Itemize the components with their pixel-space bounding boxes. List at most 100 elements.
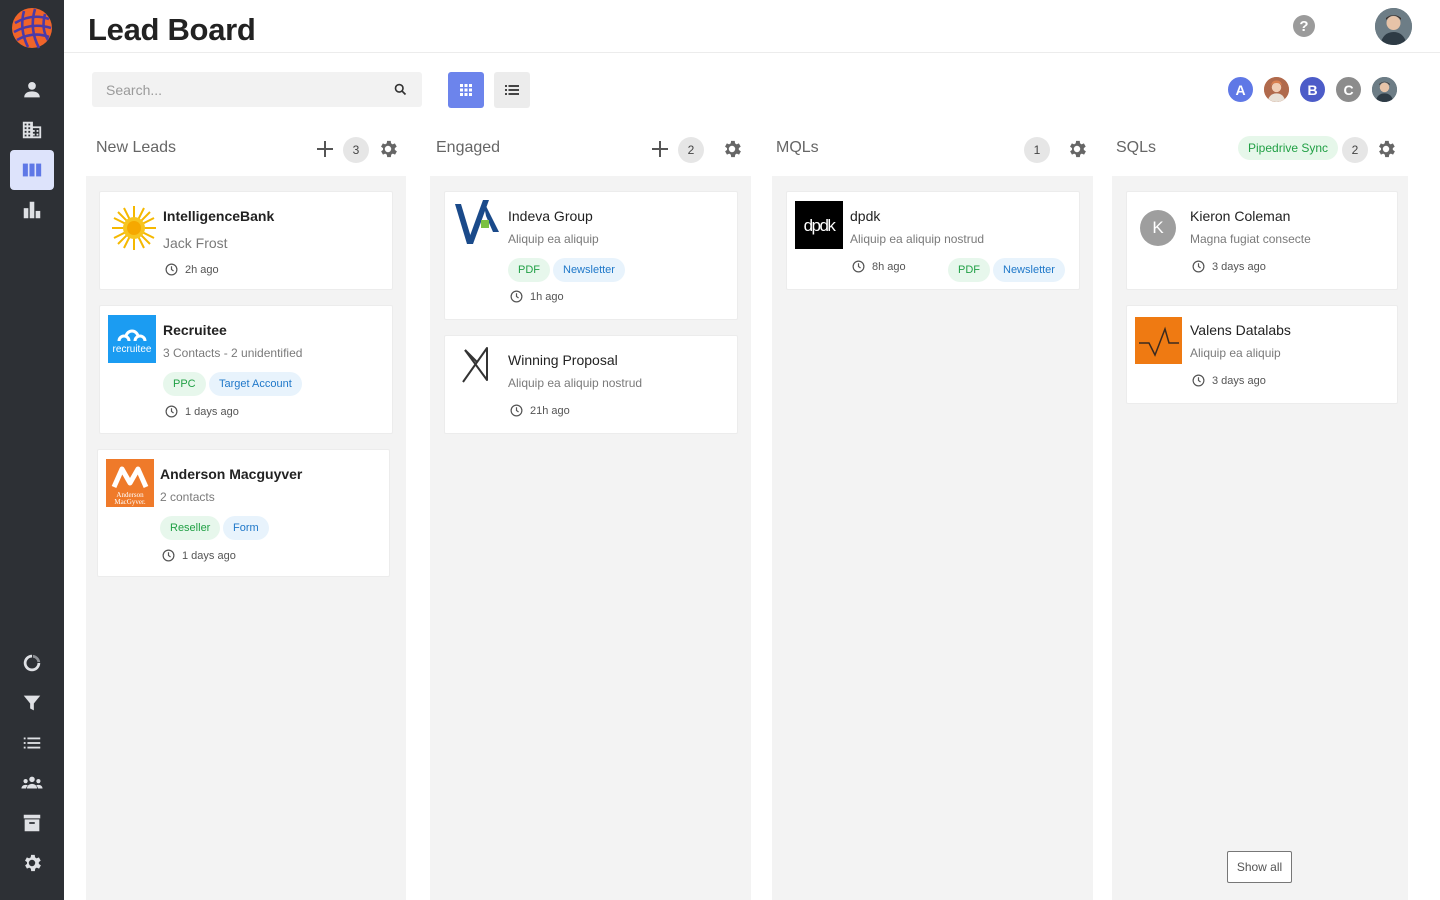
company-logo (1135, 317, 1182, 364)
lead-time: 21h ago (510, 404, 570, 417)
gear-icon (25, 854, 41, 872)
company-logo (453, 198, 501, 246)
column-title: New Leads (96, 139, 177, 156)
column-title: SQLs (1116, 139, 1157, 156)
tag-ppc[interactable]: PPC (163, 372, 206, 396)
column-count: 1 (1024, 137, 1050, 163)
column-header-sqls: SQLs Pipedrive Sync 2 (1116, 130, 1406, 170)
tag-form[interactable]: Form (223, 516, 269, 540)
board-icon (22, 163, 42, 177)
lead-contact: Aliquip ea aliquip nostrud (850, 232, 985, 246)
sidebar-item-team[interactable] (10, 763, 54, 803)
lead-name: IntelligenceBank (163, 208, 275, 224)
lead-name: Kieron Coleman (1190, 208, 1291, 224)
sidebar-item-filter[interactable] (10, 683, 54, 723)
sidebar-item-sync[interactable] (10, 643, 54, 683)
sidebar-item-lead-board[interactable] (10, 150, 54, 190)
sidebar-item-reports[interactable] (10, 190, 54, 230)
logo-text: MacGyver. (114, 498, 146, 506)
lead-time: 1h ago (510, 290, 564, 303)
tag-newsletter[interactable]: Newsletter (993, 258, 1065, 282)
gear-icon[interactable] (721, 138, 743, 160)
company-logo (453, 342, 501, 390)
lead-time: 1 days ago (162, 549, 236, 562)
page-title: Lead Board (88, 12, 256, 47)
column-count: 3 (343, 137, 369, 163)
lead-card-dpdk[interactable]: dpdk dpdk Aliquip ea aliquip nostrud 8h … (786, 191, 1080, 290)
gear-icon[interactable] (1375, 138, 1397, 160)
lead-card-valens-datalabs[interactable]: Valens Datalabs Aliquip ea aliquip 3 day… (1126, 305, 1398, 404)
team-avatar-a[interactable]: A (1226, 75, 1255, 104)
lead-card-recruitee[interactable]: recruitee Recruitee 3 Contacts - 2 unide… (99, 305, 393, 434)
grid-icon (460, 84, 472, 96)
lead-card-kieron-coleman[interactable]: K Kieron Coleman Magna fugiat consecte 3… (1126, 191, 1398, 290)
tag-newsletter[interactable]: Newsletter (553, 258, 625, 282)
building-icon (22, 121, 42, 139)
lead-time-text: 1 days ago (185, 405, 239, 418)
team-avatar-b[interactable]: B (1298, 75, 1327, 104)
lead-contact: 3 Contacts - 2 unidentified (163, 346, 303, 360)
add-lead-icon[interactable] (314, 138, 336, 160)
company-logo: recruitee (108, 315, 156, 363)
lead-name: Valens Datalabs (1190, 322, 1291, 338)
gear-icon[interactable] (377, 138, 399, 160)
clock-icon (165, 263, 178, 276)
list-view-button[interactable] (494, 72, 530, 108)
tag-pdf[interactable]: PDF (508, 258, 550, 282)
user-avatar[interactable] (1375, 8, 1412, 45)
bar-chart-icon (23, 201, 41, 219)
grid-view-button[interactable] (448, 72, 484, 108)
clock-icon (162, 549, 175, 562)
sidebar-item-archive[interactable] (10, 803, 54, 843)
sync-icon (23, 654, 41, 672)
company-logo: dpdk (795, 201, 843, 249)
gear-icon[interactable] (1066, 138, 1088, 160)
team-icon (21, 776, 43, 789)
list-icon (505, 85, 519, 95)
lead-time-text: 3 days ago (1212, 260, 1266, 273)
column-header-mqls: MQLs 1 (776, 130, 1086, 170)
show-all-button[interactable]: Show all (1227, 851, 1292, 883)
lead-name: Indeva Group (508, 208, 593, 224)
tag-reseller[interactable]: Reseller (160, 516, 221, 540)
lead-time: 3 days ago (1192, 260, 1266, 273)
lead-name: Recruitee (163, 322, 227, 338)
search-input[interactable] (106, 72, 386, 107)
lead-time: 1 days ago (165, 405, 239, 418)
sidebar-item-list[interactable] (10, 723, 54, 763)
lead-card-anderson-macguyver[interactable]: Anderson MacGyver. Anderson Macguyver 2 … (97, 449, 390, 577)
lead-time-text: 8h ago (872, 260, 906, 273)
clock-icon (1192, 260, 1205, 273)
team-avatar-photo[interactable] (1370, 75, 1399, 104)
lead-card-indeva-group[interactable]: Indeva Group Aliquip ea aliquip PDF News… (444, 191, 738, 320)
add-lead-icon[interactable] (649, 138, 671, 160)
help-icon[interactable]: ? (1293, 15, 1315, 37)
sidebar-item-contacts[interactable] (10, 70, 54, 110)
pipedrive-sync-badge[interactable]: Pipedrive Sync (1238, 136, 1339, 160)
lead-time: 3 days ago (1192, 374, 1266, 387)
column-count: 2 (678, 137, 704, 163)
lead-time-text: 3 days ago (1212, 374, 1266, 387)
lead-name: dpdk (850, 208, 881, 224)
clock-icon (165, 405, 178, 418)
lead-contact: Magna fugiat consecte (1190, 232, 1311, 246)
lead-time: 8h ago (852, 260, 906, 273)
company-logo (110, 204, 158, 252)
app-logo[interactable] (11, 7, 53, 49)
search-icon[interactable] (393, 82, 408, 97)
archive-icon (23, 814, 41, 832)
tag-pdf[interactable]: PDF (948, 258, 990, 282)
lead-card-intelligencebank[interactable]: IntelligenceBank Jack Frost 2h ago (99, 191, 393, 290)
lead-time-text: 2h ago (185, 263, 219, 276)
lead-contact: Aliquip ea aliquip (508, 232, 599, 246)
team-avatar-c[interactable]: C (1334, 75, 1363, 104)
filter-icon (23, 695, 41, 711)
sidebar-item-settings[interactable] (10, 843, 54, 883)
lead-contact: 2 contacts (160, 490, 215, 504)
lead-contact: Aliquip ea aliquip (1190, 346, 1281, 360)
team-avatar-photo[interactable] (1262, 75, 1291, 104)
lead-card-winning-proposal[interactable]: Winning Proposal Aliquip ea aliquip nost… (444, 335, 738, 434)
lead-time-text: 21h ago (530, 404, 570, 417)
sidebar-item-companies[interactable] (10, 110, 54, 150)
tag-target-account[interactable]: Target Account (209, 372, 302, 396)
